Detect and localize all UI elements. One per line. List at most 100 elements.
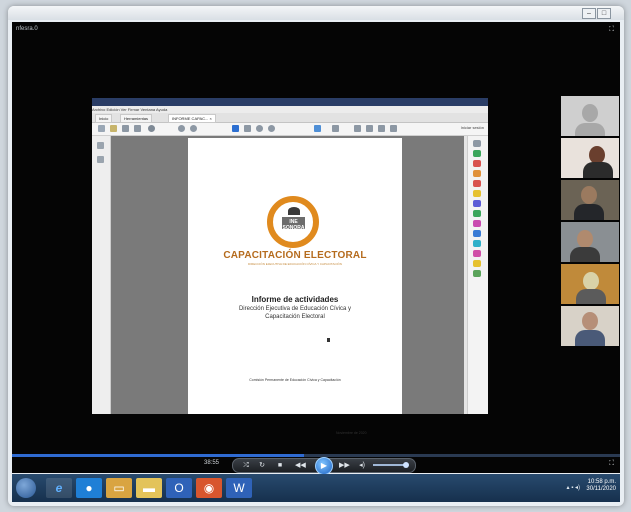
tool-scan-icon[interactable] bbox=[473, 240, 481, 247]
fullscreen-icon[interactable]: ⛶ bbox=[609, 460, 614, 468]
tool-create-pdf-icon[interactable] bbox=[473, 160, 481, 167]
shared-screen: Archivo Edición Ver Firmar Ventana Ayuda… bbox=[92, 98, 488, 435]
stop-icon[interactable]: ■ bbox=[275, 462, 285, 469]
participant-tile[interactable] bbox=[561, 138, 619, 178]
zoom-in-icon[interactable] bbox=[268, 125, 275, 132]
maximize-button[interactable]: □ bbox=[597, 8, 611, 19]
outlook-icon[interactable]: O bbox=[166, 478, 192, 498]
avatar-body bbox=[575, 123, 605, 136]
participant-body bbox=[575, 330, 605, 346]
acrobat-tabbar: Inicio Herramientas INFORME CAPAC... × bbox=[92, 113, 488, 123]
participant-body bbox=[583, 162, 613, 178]
app-window: – □ nfesra.0 ⛶ Archivo Edición Ver Firma… bbox=[8, 6, 624, 506]
tab-inicio[interactable]: Inicio bbox=[95, 114, 113, 123]
comment-icon[interactable] bbox=[332, 125, 339, 132]
tool-export-icon[interactable] bbox=[473, 150, 481, 157]
start-button[interactable] bbox=[16, 478, 36, 498]
previous-icon[interactable]: ◀◀ bbox=[295, 462, 306, 469]
folder-icon[interactable]: ▬ bbox=[136, 478, 162, 498]
player-menu-icon[interactable]: ⛶ bbox=[609, 26, 614, 34]
pdf-page: INE SONORA CAPACITACIÓN ELECTORAL DIRECC… bbox=[188, 138, 402, 435]
repeat-icon[interactable]: ↻ bbox=[257, 462, 267, 469]
participant-body bbox=[576, 289, 606, 304]
participant-head bbox=[583, 272, 599, 290]
tab-document[interactable]: INFORME CAPAC... × bbox=[168, 114, 216, 123]
email-icon[interactable] bbox=[134, 125, 141, 132]
logo-emblem bbox=[288, 207, 300, 215]
tool-organize-icon[interactable] bbox=[473, 200, 481, 207]
tool-search-icon[interactable] bbox=[473, 140, 481, 147]
acrobat-toolbar: Iniciar sesión bbox=[92, 123, 488, 136]
title-bar: – □ bbox=[8, 6, 624, 20]
left-panel bbox=[92, 136, 111, 414]
tool-edit-icon[interactable] bbox=[473, 170, 481, 177]
print-icon[interactable] bbox=[122, 125, 129, 132]
sign-in-button[interactable]: Iniciar sesión bbox=[461, 125, 484, 131]
capacitacion-title: CAPACITACIÓN ELECTORAL bbox=[223, 250, 367, 261]
commission-footer: Comisión Permanente de Educación Cívica … bbox=[249, 378, 341, 382]
report-title: Informe de actividades bbox=[251, 295, 339, 304]
tool-compress-icon[interactable] bbox=[473, 210, 481, 217]
acrobat-titlebar bbox=[92, 98, 488, 106]
tools-pane bbox=[467, 136, 488, 414]
participant-body bbox=[574, 204, 604, 220]
player-controls: 38:55 ⤮ ↻ ■ ◀◀ ▶ ▶▶ ◂) ⛶ bbox=[12, 457, 620, 475]
pen-icon[interactable] bbox=[366, 125, 373, 132]
tool-send-icon[interactable] bbox=[473, 250, 481, 257]
tool-measure-icon[interactable] bbox=[473, 260, 481, 267]
tool-protect-icon[interactable] bbox=[473, 230, 481, 237]
file-explorer-icon[interactable]: ▭ bbox=[106, 478, 132, 498]
internet-explorer-icon[interactable]: e bbox=[46, 478, 72, 498]
fit-page-icon[interactable] bbox=[314, 125, 321, 132]
ine-sonora-logo: INE SONORA bbox=[267, 196, 319, 248]
participant-tile[interactable] bbox=[561, 264, 619, 304]
zoom-out-icon[interactable] bbox=[256, 125, 263, 132]
date-footer: Noviembre de 2020 bbox=[336, 431, 367, 435]
volume-icon[interactable]: ◂) bbox=[357, 462, 367, 469]
tool-fill-sign-icon[interactable] bbox=[473, 220, 481, 227]
tool-comment-icon[interactable] bbox=[473, 180, 481, 187]
page-down-icon[interactable] bbox=[190, 125, 197, 132]
transport-bar: ⤮ ↻ ■ ◀◀ ▶ ▶▶ ◂) bbox=[232, 457, 416, 475]
shuffle-icon[interactable]: ⤮ bbox=[241, 462, 251, 469]
highlight-icon[interactable] bbox=[354, 125, 361, 132]
chrome-icon[interactable]: ◉ bbox=[196, 478, 222, 498]
tab-herramientas[interactable]: Herramientas bbox=[120, 114, 153, 123]
capacitacion-subtitle: DIRECCIÓN EJECUTIVA DE EDUCACIÓN CÍVICA … bbox=[248, 262, 342, 266]
search-icon[interactable] bbox=[148, 125, 155, 132]
participant-tile[interactable] bbox=[561, 180, 619, 220]
play-button[interactable]: ▶ bbox=[315, 457, 333, 475]
participant-tile[interactable] bbox=[561, 222, 619, 262]
select-cursor-icon[interactable] bbox=[232, 125, 239, 132]
stamp-icon[interactable] bbox=[378, 125, 385, 132]
sign-icon[interactable] bbox=[390, 125, 397, 132]
taskbar-clock[interactable]: 10:58 p.m. 30/11/2020 bbox=[586, 479, 616, 493]
media-app-icon[interactable]: ● bbox=[76, 478, 102, 498]
tool-combine-icon[interactable] bbox=[473, 190, 481, 197]
save-icon[interactable] bbox=[98, 125, 105, 132]
tool-more-icon[interactable] bbox=[473, 270, 481, 277]
volume-knob[interactable] bbox=[403, 462, 409, 468]
hand-icon[interactable] bbox=[244, 125, 251, 132]
acrobat-menubar[interactable]: Archivo Edición Ver Firmar Ventana Ayuda bbox=[92, 106, 488, 113]
system-tray[interactable]: ▴ ▪ ◂) bbox=[567, 484, 580, 491]
report-line-2: Capacitación Electoral bbox=[265, 314, 325, 320]
participant-body bbox=[570, 247, 600, 262]
participant-tile[interactable] bbox=[561, 96, 619, 136]
bookmark-icon[interactable] bbox=[110, 125, 117, 132]
taskbar: e ● ▭ ▬ O ◉ W ▴ ▪ ◂) 10:58 p.m. 30/11/20… bbox=[12, 474, 620, 502]
participant-tile[interactable] bbox=[561, 306, 619, 346]
attachments-panel-icon[interactable] bbox=[97, 156, 104, 163]
report-line-1: Dirección Ejecutiva de Educación Cívica … bbox=[238, 306, 352, 312]
next-icon[interactable]: ▶▶ bbox=[339, 462, 350, 469]
participant-head bbox=[582, 312, 598, 330]
clock-date: 30/11/2020 bbox=[586, 486, 616, 492]
minimize-button[interactable]: – bbox=[582, 8, 596, 19]
participant-strip bbox=[561, 96, 621, 352]
word-icon[interactable]: W bbox=[226, 478, 252, 498]
pages-panel-icon[interactable] bbox=[97, 142, 104, 149]
mouse-cursor bbox=[327, 338, 330, 342]
volume-slider[interactable] bbox=[373, 464, 407, 466]
avatar-placeholder-icon bbox=[582, 104, 598, 122]
page-up-icon[interactable] bbox=[178, 125, 185, 132]
